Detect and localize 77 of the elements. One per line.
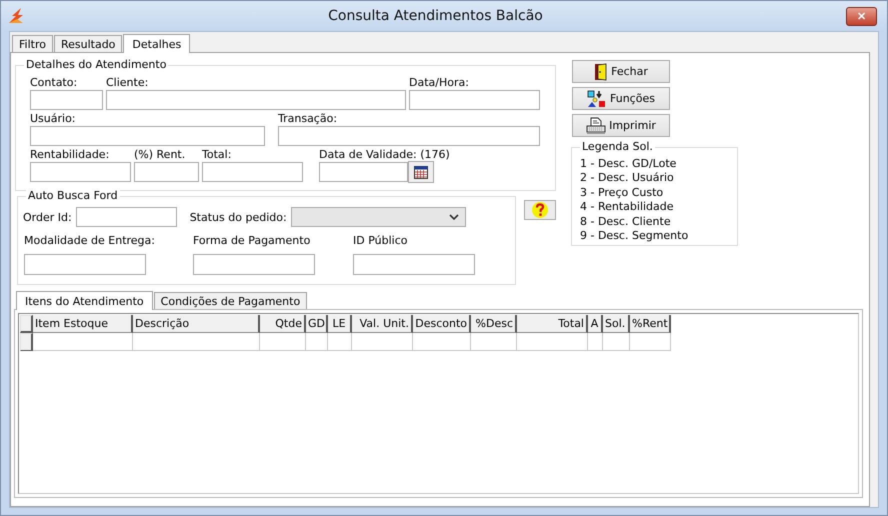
field-label: Total: bbox=[202, 148, 232, 161]
legend-item: 2 - Desc. Usuário bbox=[580, 171, 675, 186]
table-cell bbox=[260, 333, 306, 351]
table-cell bbox=[588, 333, 603, 351]
input-field[interactable] bbox=[409, 90, 540, 110]
field-label: Transação: bbox=[278, 112, 338, 125]
action-button[interactable]: Imprimir bbox=[572, 114, 670, 137]
tab[interactable]: Detalhes bbox=[123, 34, 190, 53]
table-cell bbox=[630, 333, 671, 351]
input-field[interactable] bbox=[319, 162, 408, 182]
column-header[interactable]: %Desc bbox=[471, 315, 517, 333]
calendar-icon bbox=[414, 166, 428, 178]
field-label: (%) Rent. bbox=[134, 148, 186, 161]
input-field[interactable] bbox=[30, 90, 103, 110]
table-cell bbox=[306, 333, 328, 351]
column-header[interactable]: LE bbox=[328, 315, 352, 333]
column-header[interactable]: Item Estoque bbox=[33, 315, 133, 333]
row-indicator bbox=[20, 315, 33, 333]
status-dropdown[interactable] bbox=[290, 207, 466, 227]
input-field[interactable] bbox=[353, 254, 475, 275]
tab[interactable]: Resultado bbox=[54, 35, 122, 52]
input-field[interactable] bbox=[24, 254, 146, 275]
column-header[interactable]: GD bbox=[306, 315, 328, 333]
column-header[interactable]: Qtde bbox=[260, 315, 306, 333]
input-field[interactable] bbox=[106, 90, 406, 110]
input-field[interactable] bbox=[278, 126, 540, 146]
field-label: Rentabilidade: bbox=[30, 148, 110, 161]
legend-item: 3 - Preço Custo bbox=[580, 186, 664, 200]
input-field[interactable] bbox=[193, 254, 315, 275]
column-header[interactable]: Total bbox=[517, 315, 588, 333]
door-icon bbox=[594, 62, 608, 80]
table-cell bbox=[413, 333, 471, 351]
tab[interactable]: Itens do Atendimento bbox=[16, 291, 153, 310]
field-label: Data de Validade: (176) bbox=[319, 148, 450, 161]
printer-icon bbox=[586, 116, 606, 134]
field-label: Status do pedido: bbox=[190, 210, 287, 224]
table-cell bbox=[471, 333, 517, 351]
field-label: Order Id: bbox=[23, 210, 72, 224]
help-icon bbox=[531, 201, 549, 219]
input-field[interactable] bbox=[134, 162, 199, 182]
column-header[interactable]: %Rent bbox=[630, 315, 671, 333]
row-indicator[interactable] bbox=[20, 333, 33, 351]
calendar-button[interactable] bbox=[408, 161, 434, 183]
action-button[interactable]: Fechar bbox=[572, 60, 670, 83]
input-field[interactable] bbox=[30, 162, 131, 182]
field-label: Usuário: bbox=[30, 112, 77, 125]
input-field[interactable] bbox=[202, 162, 303, 182]
table-cell bbox=[328, 333, 352, 351]
legend-item: 4 - Rentabilidade bbox=[580, 200, 675, 215]
column-header[interactable]: Desconto bbox=[413, 315, 471, 333]
input-field[interactable] bbox=[76, 207, 177, 227]
legend-item: 8 - Desc. Cliente bbox=[580, 214, 672, 230]
field-label: Forma de Pagamento bbox=[193, 234, 312, 247]
app-logo-icon bbox=[7, 7, 25, 25]
table-cell bbox=[352, 333, 413, 351]
field-label: Contato: bbox=[30, 76, 78, 89]
table-cell bbox=[517, 333, 588, 351]
column-header[interactable]: Val. Unit. bbox=[352, 315, 413, 333]
field-label: ID Público bbox=[353, 234, 408, 247]
field-label: Cliente: bbox=[106, 76, 150, 89]
input-field[interactable] bbox=[30, 126, 265, 146]
legend-item: 9 - Desc. Segmento bbox=[580, 229, 690, 244]
table-cell bbox=[603, 333, 630, 351]
legend-item: 1 - Desc. GD/Lote bbox=[580, 157, 678, 172]
column-header[interactable]: Descrição bbox=[133, 315, 260, 333]
action-button[interactable]: Funções bbox=[572, 87, 670, 110]
help-button[interactable] bbox=[524, 200, 556, 220]
tab[interactable]: Condições de Pagamento bbox=[154, 292, 308, 309]
group-title: Legenda Sol. bbox=[580, 140, 655, 154]
tab[interactable]: Filtro bbox=[12, 35, 53, 52]
window-title: Consulta Atendimentos Balcão bbox=[327, 8, 544, 24]
shapes-icon bbox=[587, 90, 608, 108]
column-header[interactable]: A bbox=[588, 315, 603, 333]
column-header[interactable]: Sol. bbox=[603, 315, 630, 333]
chevron-down-icon bbox=[448, 214, 459, 220]
field-label: Modalidade de Entrega: bbox=[24, 234, 155, 247]
field-label: Data/Hora: bbox=[409, 76, 470, 89]
